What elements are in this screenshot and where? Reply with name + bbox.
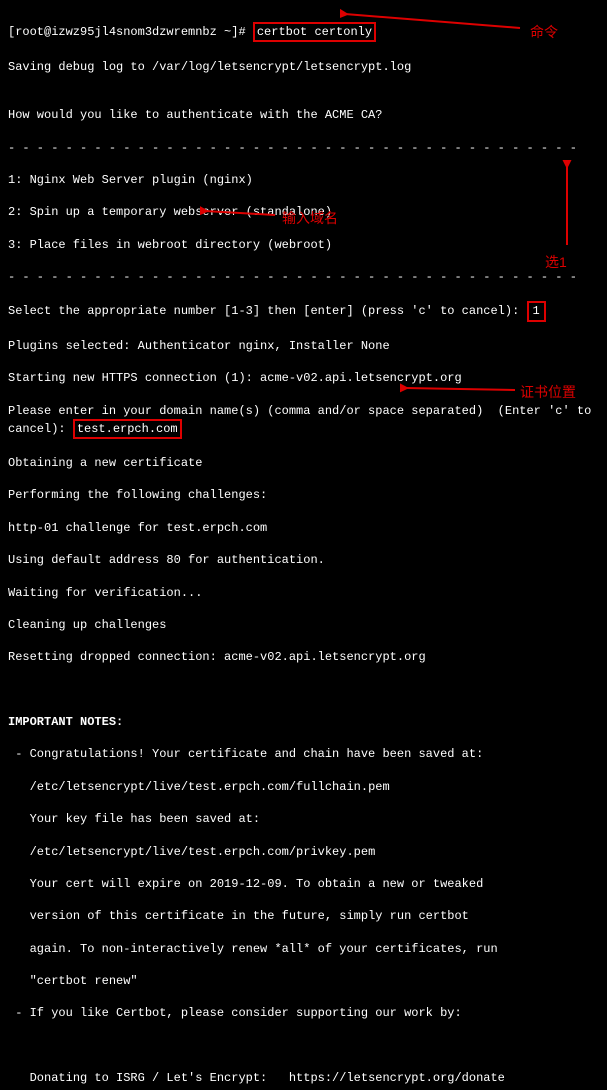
select-prompt: Select the appropriate number [1-3] then… <box>8 304 519 318</box>
note-line: Your key file has been saved at: <box>8 811 599 827</box>
selection-value: 1 <box>527 301 546 321</box>
privkey-path: /etc/letsencrypt/live/test.erpch.com/pri… <box>8 844 599 860</box>
note-line: - If you like Certbot, please consider s… <box>8 1005 599 1021</box>
option-1: 1: Nginx Web Server plugin (nginx) <box>8 172 599 188</box>
divider: - - - - - - - - - - - - - - - - - - - - … <box>8 140 599 156</box>
terminal-output: [root@izwz95jl4snom3dzwremnbz ~]# certbo… <box>0 0 607 1090</box>
blank-line <box>8 682 599 698</box>
shell-prompt: [root@izwz95jl4snom3dzwremnbz ~]# <box>8 25 246 39</box>
note-line: version of this certificate in the futur… <box>8 908 599 924</box>
important-notes-header: IMPORTANT NOTES: <box>8 714 599 730</box>
obtain-line: Obtaining a new certificate <box>8 455 599 471</box>
note-line: "certbot renew" <box>8 973 599 989</box>
divider: - - - - - - - - - - - - - - - - - - - - … <box>8 269 599 285</box>
domain-value: test.erpch.com <box>73 419 182 439</box>
option-3: 3: Place files in webroot directory (web… <box>8 237 599 253</box>
https-conn-line: Starting new HTTPS connection (1): acme-… <box>8 370 599 386</box>
addr80-line: Using default address 80 for authenticat… <box>8 552 599 568</box>
http01-line: http-01 challenge for test.erpch.com <box>8 520 599 536</box>
cleanup-line: Cleaning up challenges <box>8 617 599 633</box>
perform-line: Performing the following challenges: <box>8 487 599 503</box>
option-2: 2: Spin up a temporary webserver (standa… <box>8 204 599 220</box>
auth-question: How would you like to authenticate with … <box>8 107 599 123</box>
note-line: - Congratulations! Your certificate and … <box>8 746 599 762</box>
donate-line: Donating to ISRG / Let's Encrypt: https:… <box>8 1070 599 1086</box>
log-line: Saving debug log to /var/log/letsencrypt… <box>8 59 599 75</box>
blank-line <box>8 1038 599 1054</box>
note-line: again. To non-interactively renew *all* … <box>8 941 599 957</box>
note-line: Your cert will expire on 2019-12-09. To … <box>8 876 599 892</box>
command-text: certbot certonly <box>253 22 376 42</box>
waiting-line: Waiting for verification... <box>8 585 599 601</box>
fullchain-path: /etc/letsencrypt/live/test.erpch.com/ful… <box>8 779 599 795</box>
plugins-line: Plugins selected: Authenticator nginx, I… <box>8 338 599 354</box>
reset-line: Resetting dropped connection: acme-v02.a… <box>8 649 599 665</box>
